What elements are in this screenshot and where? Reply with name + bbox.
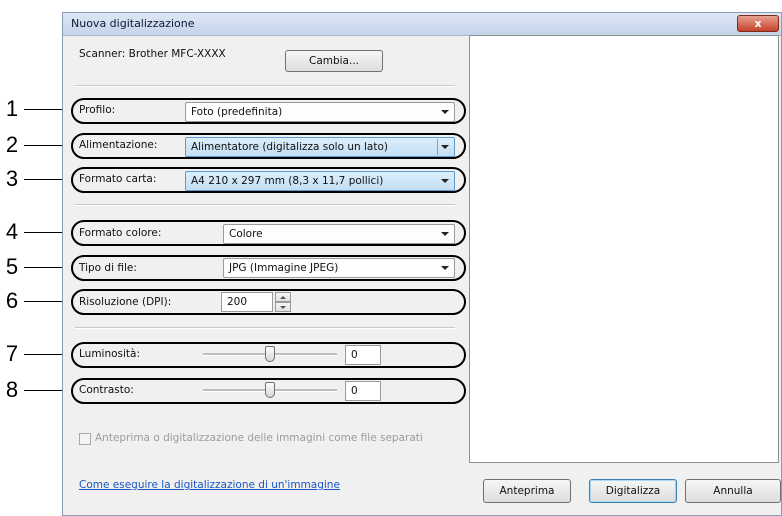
callout-5-line bbox=[24, 267, 66, 268]
chevron-down-icon bbox=[441, 232, 449, 236]
chevron-down-icon bbox=[441, 266, 449, 270]
callout-5: 5 bbox=[5, 254, 19, 279]
preview-area bbox=[469, 35, 779, 463]
file-type-label: Tipo di file: bbox=[79, 262, 137, 274]
separate-files-checkbox[interactable] bbox=[79, 433, 91, 445]
spinner-up-icon bbox=[280, 296, 286, 299]
scanner-label: Scanner: Brother MFC-XXXX bbox=[79, 48, 226, 60]
chevron-down-icon bbox=[441, 110, 449, 114]
callout-2: 2 bbox=[5, 132, 19, 157]
callout-3: 3 bbox=[5, 166, 19, 191]
resolution-input[interactable]: 200 bbox=[221, 292, 273, 312]
dropdown-divider bbox=[437, 139, 438, 155]
close-button[interactable]: x bbox=[737, 15, 779, 32]
scan-button[interactable]: Digitalizza bbox=[589, 479, 677, 503]
separator-top bbox=[75, 85, 455, 87]
contrast-label: Contrasto: bbox=[79, 384, 134, 396]
brightness-label: Luminosità: bbox=[79, 348, 141, 360]
callout-4: 4 bbox=[5, 219, 19, 244]
source-label: Alimentazione: bbox=[79, 139, 158, 151]
window-title: Nuova digitalizzazione bbox=[71, 17, 195, 30]
file-type-dropdown[interactable]: JPG (Immagine JPEG) bbox=[223, 258, 455, 278]
resolution-label: Risoluzione (DPI): bbox=[79, 296, 172, 308]
callout-2-line bbox=[24, 145, 66, 146]
separator-lower bbox=[75, 327, 455, 329]
chevron-down-icon bbox=[441, 179, 449, 183]
cancel-button[interactable]: Annulla bbox=[685, 479, 781, 503]
profile-label: Profilo: bbox=[79, 104, 116, 116]
paper-size-label: Formato carta: bbox=[79, 173, 157, 185]
separate-files-label: Anteprima o digitalizzazione delle immag… bbox=[95, 432, 423, 444]
callout-3-line bbox=[24, 179, 66, 180]
callout-7: 7 bbox=[5, 341, 19, 366]
callout-8-line bbox=[24, 390, 66, 391]
spin-down-button[interactable] bbox=[275, 302, 291, 312]
chevron-down-icon bbox=[441, 145, 449, 149]
spinner-down-icon bbox=[280, 306, 286, 309]
callout-1-line bbox=[24, 109, 66, 110]
contrast-input[interactable]: 0 bbox=[345, 381, 381, 401]
source-dropdown[interactable]: Alimentatore (digitalizza solo un lato) bbox=[185, 137, 455, 157]
profile-value: Foto (predefinita) bbox=[191, 106, 283, 118]
paper-size-value: A4 210 x 297 mm (8,3 x 11,7 pollici) bbox=[191, 175, 384, 187]
source-value: Alimentatore (digitalizza solo un lato) bbox=[191, 141, 388, 153]
color-format-label: Formato colore: bbox=[79, 227, 162, 239]
contrast-slider-thumb[interactable] bbox=[265, 382, 275, 398]
callout-4-line bbox=[24, 232, 66, 233]
resolution-spinner[interactable] bbox=[275, 292, 291, 312]
callout-6: 6 bbox=[5, 288, 19, 313]
color-format-value: Colore bbox=[229, 228, 263, 240]
separator-mid bbox=[75, 204, 455, 206]
callout-7-line bbox=[24, 354, 66, 355]
scan-dialog: Nuova digitalizzazione x Scanner: Brothe… bbox=[62, 12, 782, 516]
color-format-dropdown[interactable]: Colore bbox=[223, 224, 455, 244]
close-icon: x bbox=[754, 17, 762, 30]
paper-size-dropdown[interactable]: A4 210 x 297 mm (8,3 x 11,7 pollici) bbox=[185, 171, 455, 191]
brightness-input[interactable]: 0 bbox=[345, 345, 381, 365]
file-type-value: JPG (Immagine JPEG) bbox=[229, 262, 339, 274]
callout-8: 8 bbox=[5, 377, 19, 402]
spin-up-button[interactable] bbox=[275, 292, 291, 302]
change-scanner-button[interactable]: Cambia... bbox=[285, 50, 383, 72]
help-link[interactable]: Come eseguire la digitalizzazione di un'… bbox=[79, 479, 340, 491]
callout-6-line bbox=[24, 301, 66, 302]
callout-1: 1 bbox=[5, 96, 19, 121]
title-bar: Nuova digitalizzazione x bbox=[63, 13, 781, 36]
preview-button[interactable]: Anteprima bbox=[483, 479, 571, 503]
brightness-slider-thumb[interactable] bbox=[265, 346, 275, 362]
profile-dropdown[interactable]: Foto (predefinita) bbox=[185, 102, 455, 122]
